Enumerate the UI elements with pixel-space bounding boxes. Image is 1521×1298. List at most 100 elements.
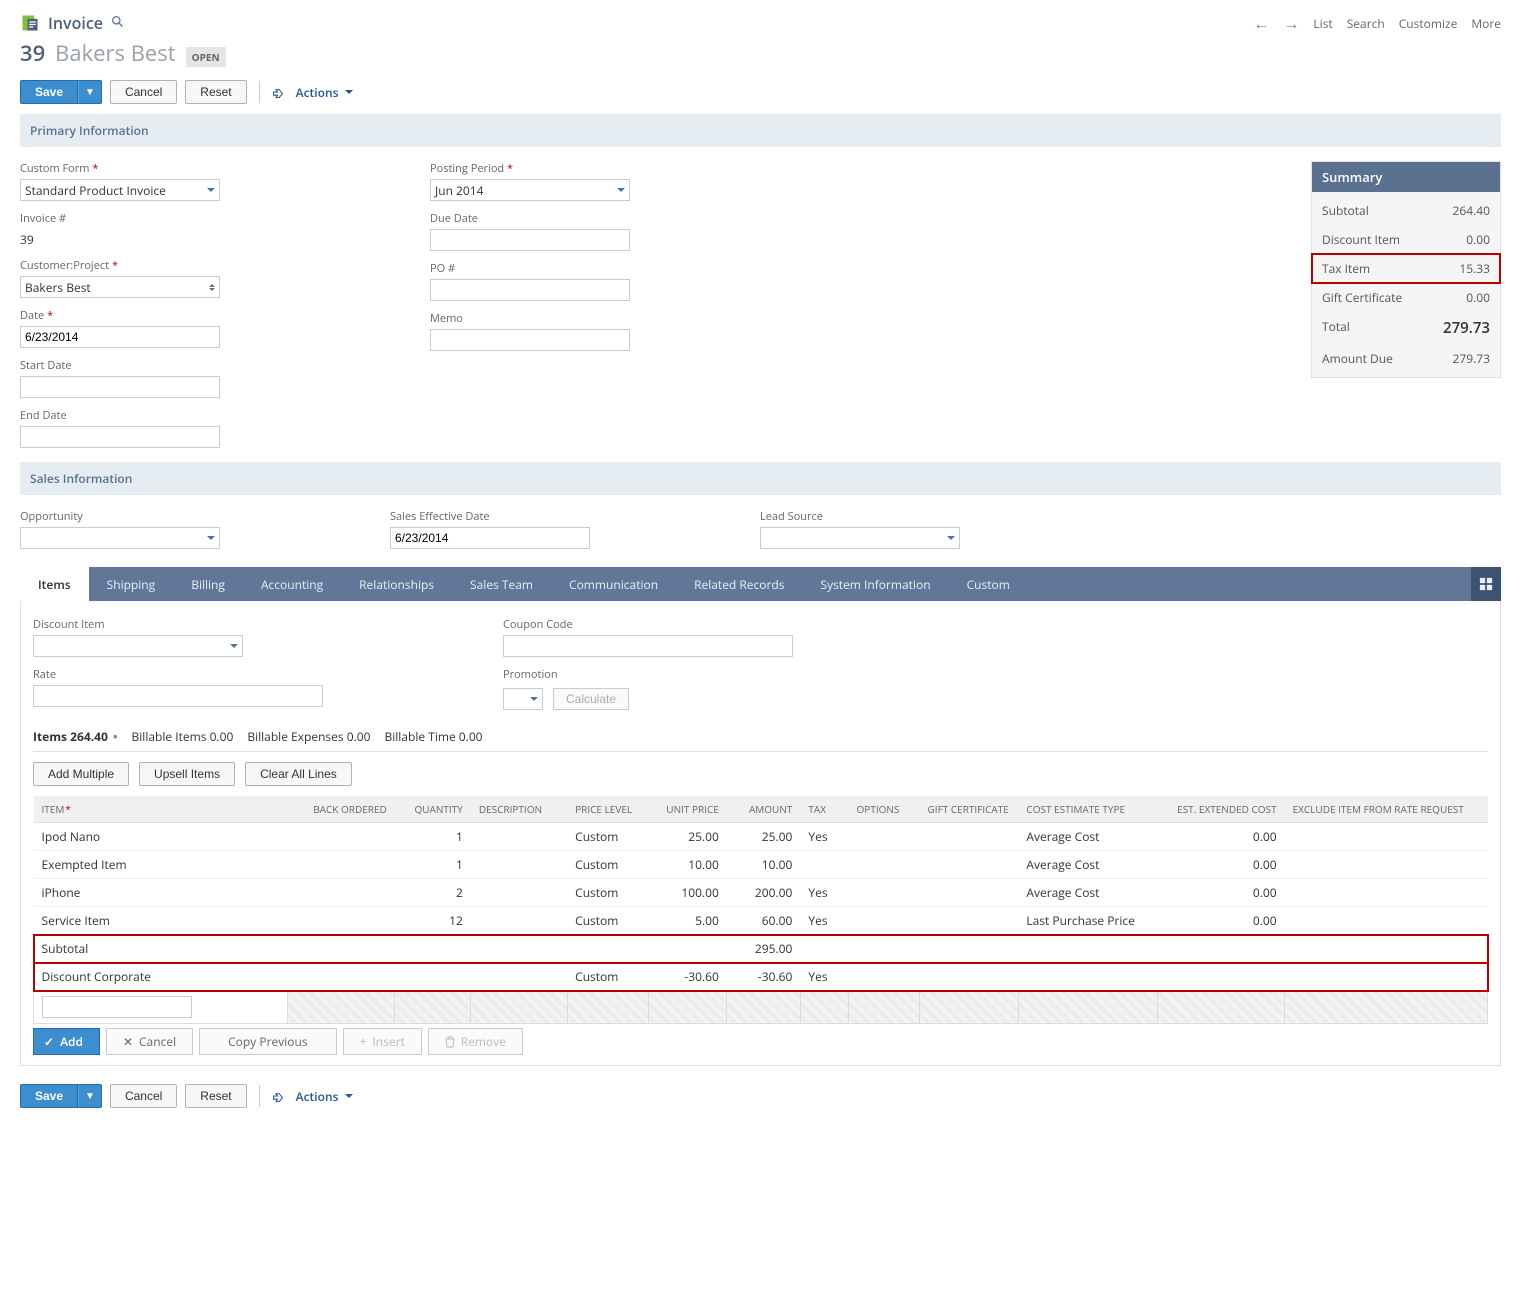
grid-cancel-button[interactable]: ✕Cancel	[106, 1028, 193, 1055]
opportunity-select[interactable]	[20, 527, 220, 549]
table-row[interactable]: Ipod Nano1Custom25.0025.00YesAverage Cos…	[34, 823, 1488, 851]
actions-menu-bottom[interactable]: Actions	[296, 1088, 354, 1105]
subtab-billable-expenses[interactable]: Billable Expenses 0.00	[247, 728, 370, 745]
save-button[interactable]: Save	[20, 80, 78, 104]
tab-custom[interactable]: Custom	[949, 567, 1028, 601]
upsell-items-button[interactable]: Upsell Items	[139, 762, 235, 786]
col-tax[interactable]: TAX	[800, 796, 848, 823]
date-input[interactable]	[20, 326, 220, 348]
sales-eff-date-input[interactable]	[390, 527, 590, 549]
subtab-billable-time[interactable]: Billable Time 0.00	[384, 728, 482, 745]
table-row[interactable]: iPhone2Custom100.00200.00YesAverage Cost…	[34, 879, 1488, 907]
tab-items[interactable]: Items	[20, 567, 89, 601]
toplink-list[interactable]: List	[1313, 15, 1332, 32]
rate-input[interactable]	[33, 685, 323, 707]
tab-relationships[interactable]: Relationships	[341, 567, 452, 601]
tab-billing[interactable]: Billing	[173, 567, 243, 601]
save-button-bottom[interactable]: Save	[20, 1084, 78, 1108]
divider	[259, 81, 260, 103]
col-amount[interactable]: AMOUNT	[727, 796, 801, 823]
lead-source-select[interactable]	[760, 527, 960, 549]
table-row[interactable]: Subtotal295.00	[34, 935, 1488, 963]
col-est-ext-cost[interactable]: EST. EXTENDED COST	[1158, 796, 1285, 823]
record-customer: Bakers Best	[55, 38, 175, 68]
posting-period-select[interactable]: Jun 2014	[430, 179, 630, 201]
invoice-icon	[20, 13, 40, 33]
expand-icon[interactable]	[272, 85, 288, 99]
add-multiple-button[interactable]: Add Multiple	[33, 762, 129, 786]
tab-shipping[interactable]: Shipping	[89, 567, 174, 601]
table-row[interactable]: Service Item12Custom5.0060.00YesLast Pur…	[34, 907, 1488, 935]
save-dropdown-bottom[interactable]: ▼	[78, 1084, 102, 1108]
entry-row[interactable]	[34, 991, 1488, 1024]
po-input[interactable]	[430, 279, 630, 301]
toplink-customize[interactable]: Customize	[1399, 15, 1458, 32]
cancel-button[interactable]: Cancel	[110, 80, 177, 104]
summary-row: Subtotal264.40	[1312, 196, 1500, 225]
tab-sales-team[interactable]: Sales Team	[452, 567, 551, 601]
expand-icon-bottom[interactable]	[272, 1089, 288, 1103]
col-unit-price[interactable]: UNIT PRICE	[648, 796, 727, 823]
lead-source-label: Lead Source	[760, 509, 960, 524]
grid-add-button[interactable]: ✓Add	[33, 1028, 100, 1055]
coupon-code-input[interactable]	[503, 635, 793, 657]
tab-communication[interactable]: Communication	[551, 567, 676, 601]
table-row[interactable]: Exempted Item1Custom10.0010.00Average Co…	[34, 851, 1488, 879]
col-options[interactable]: OPTIONS	[849, 796, 920, 823]
col-back-ordered[interactable]: BACK ORDERED	[287, 796, 395, 823]
toplink-more[interactable]: More	[1471, 15, 1501, 32]
due-date-input[interactable]	[430, 229, 630, 251]
discount-item-select[interactable]	[33, 635, 243, 657]
grid-remove-button[interactable]: Remove	[428, 1028, 523, 1055]
reset-button-bottom[interactable]: Reset	[185, 1084, 246, 1108]
col-price-level[interactable]: PRICE LEVEL	[567, 796, 648, 823]
summary-row: Tax Item15.33	[1312, 254, 1500, 283]
nav-next-icon[interactable]: →	[1283, 12, 1299, 34]
record-type: Invoice	[48, 12, 103, 34]
items-grid: ITEM BACK ORDERED QUANTITY DESCRIPTION P…	[33, 796, 1488, 1024]
reset-button[interactable]: Reset	[185, 80, 246, 104]
summary-row: Discount Item0.00	[1312, 225, 1500, 254]
save-dropdown[interactable]: ▼	[78, 80, 102, 104]
grid-insert-button[interactable]: +Insert	[343, 1028, 422, 1055]
subtab-items[interactable]: Items 264.40	[33, 728, 118, 745]
record-search-icon[interactable]	[111, 14, 124, 32]
summary-row: Amount Due279.73	[1312, 344, 1500, 373]
opportunity-label: Opportunity	[20, 509, 220, 524]
col-item[interactable]: ITEM	[34, 796, 288, 823]
col-quantity[interactable]: QUANTITY	[395, 796, 471, 823]
invoice-num-value: 39	[20, 229, 220, 248]
entry-item-select[interactable]	[42, 996, 192, 1018]
col-gift-cert[interactable]: GIFT CERTIFICATE	[920, 796, 1019, 823]
col-description[interactable]: DESCRIPTION	[471, 796, 567, 823]
date-label: Date *	[20, 308, 220, 323]
status-badge: OPEN	[186, 47, 226, 67]
tab-system-info[interactable]: System Information	[802, 567, 948, 601]
rate-label: Rate	[33, 667, 243, 682]
posting-period-label: Posting Period *	[430, 161, 630, 176]
start-date-input[interactable]	[20, 376, 220, 398]
end-date-input[interactable]	[20, 426, 220, 448]
tab-related-records[interactable]: Related Records	[676, 567, 802, 601]
customer-project-select[interactable]: Bakers Best	[20, 276, 220, 298]
table-row[interactable]: Discount CorporateCustom-30.60-30.60Yes	[34, 963, 1488, 991]
calculate-button[interactable]: Calculate	[553, 688, 629, 710]
nav-prev-icon[interactable]: ←	[1253, 12, 1269, 34]
subtab-billable-items[interactable]: Billable Items 0.00	[132, 728, 234, 745]
cancel-button-bottom[interactable]: Cancel	[110, 1084, 177, 1108]
memo-input[interactable]	[430, 329, 630, 351]
start-date-label: Start Date	[20, 358, 220, 373]
summary-row: Total279.73	[1312, 312, 1500, 344]
memo-label: Memo	[430, 311, 630, 326]
grid-copy-previous-button[interactable]: Copy Previous	[199, 1028, 336, 1055]
clear-all-lines-button[interactable]: Clear All Lines	[245, 762, 352, 786]
custom-form-select[interactable]: Standard Product Invoice	[20, 179, 220, 201]
toplink-search[interactable]: Search	[1347, 15, 1385, 32]
col-cost-est-type[interactable]: COST ESTIMATE TYPE	[1018, 796, 1157, 823]
tab-accounting[interactable]: Accounting	[243, 567, 341, 601]
summary-box: Summary Subtotal264.40Discount Item0.00T…	[1311, 161, 1501, 378]
promotion-select[interactable]	[503, 688, 543, 710]
actions-menu[interactable]: Actions	[296, 84, 354, 101]
tab-grid-icon[interactable]	[1471, 567, 1501, 601]
col-exclude[interactable]: EXCLUDE ITEM FROM RATE REQUEST	[1285, 796, 1488, 823]
